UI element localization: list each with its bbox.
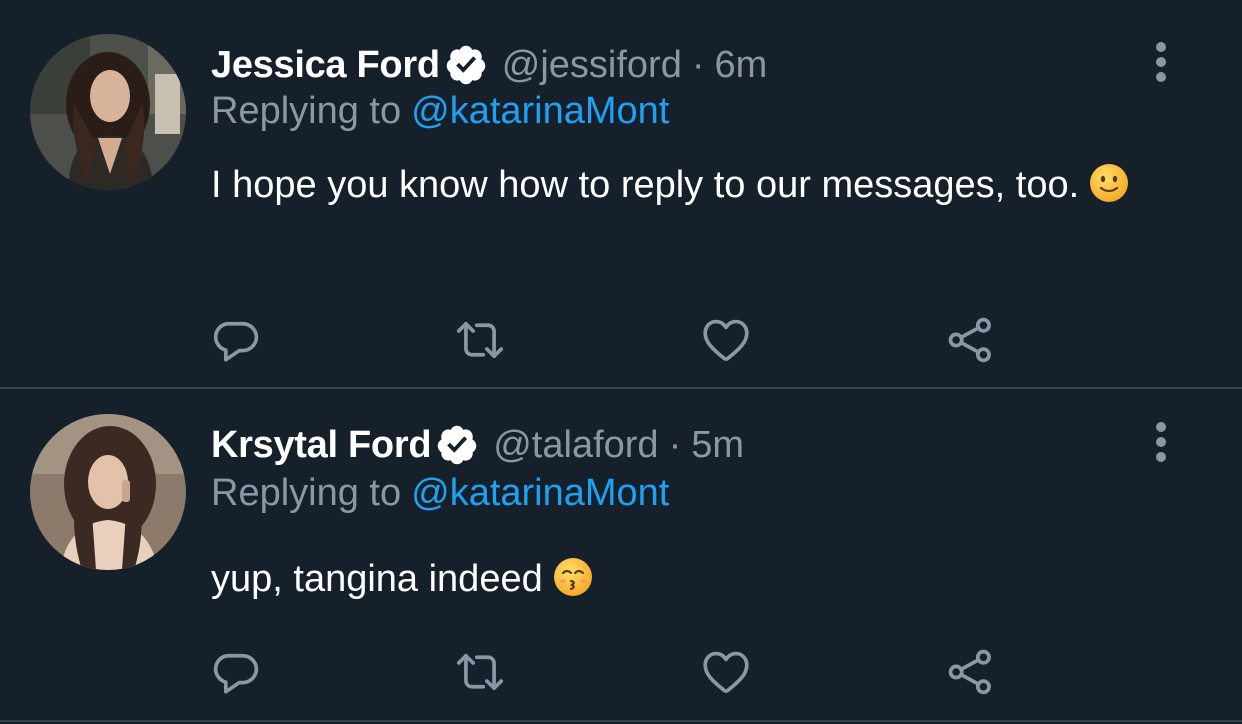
replying-to-label: Replying to <box>211 90 402 132</box>
replying-to-label: Replying to <box>211 472 402 514</box>
share-icon[interactable] <box>944 646 996 698</box>
retweet-icon[interactable] <box>454 314 506 366</box>
avatar[interactable] <box>30 414 186 570</box>
display-name[interactable]: Krsytal Ford <box>211 424 432 467</box>
like-icon[interactable] <box>700 314 752 366</box>
divider <box>0 387 1242 389</box>
tweet-text: I hope you know how to reply to our mess… <box>211 154 1171 216</box>
timestamp[interactable]: 5m <box>691 424 744 467</box>
tweet-jessica-ford[interactable]: Jessica Ford @jessiford · 6m Replying to… <box>0 0 1242 388</box>
replying-to-line: Replying to @katarinaMont <box>211 472 669 515</box>
retweet-icon[interactable] <box>454 646 506 698</box>
username-handle[interactable]: @jessiford <box>502 44 682 87</box>
username-handle[interactable]: @talaford <box>493 424 658 467</box>
tweet-body: yup, tangina indeed <box>211 558 543 600</box>
more-options-icon[interactable] <box>1146 420 1176 464</box>
conversation-thread: Jessica Ford @jessiford · 6m Replying to… <box>0 0 1242 724</box>
reply-icon[interactable] <box>210 646 262 698</box>
tweet-body: I hope you know how to reply to our mess… <box>211 164 1080 206</box>
mention-link[interactable]: @katarinaMont <box>411 90 669 132</box>
more-options-icon[interactable] <box>1146 40 1176 84</box>
avatar[interactable] <box>30 34 186 190</box>
reply-icon[interactable] <box>210 314 262 366</box>
mention-link[interactable]: @katarinaMont <box>411 472 669 514</box>
tweet-text: yup, tangina indeed <box>211 548 1171 610</box>
action-bar <box>210 314 1010 366</box>
tweet-krsytal-ford[interactable]: Krsytal Ford @talaford · 5m Replying to @… <box>0 390 1242 724</box>
verified-badge-icon <box>444 43 488 87</box>
verified-badge-icon <box>435 423 479 467</box>
share-icon[interactable] <box>944 314 996 366</box>
timestamp[interactable]: 6m <box>714 44 767 87</box>
tweet-header: Jessica Ford @jessiford · 6m <box>211 40 767 90</box>
action-bar <box>210 646 1010 698</box>
replying-to-line: Replying to @katarinaMont <box>211 90 669 133</box>
tweet-header: Krsytal Ford @talaford · 5m <box>211 420 744 470</box>
display-name[interactable]: Jessica Ford <box>211 44 440 87</box>
kissing-face-icon <box>553 558 592 596</box>
slightly-smiling-face-icon <box>1090 164 1129 202</box>
divider <box>0 720 1242 722</box>
separator-dot: · <box>691 43 705 86</box>
like-icon[interactable] <box>700 646 752 698</box>
separator-dot: · <box>668 423 682 466</box>
